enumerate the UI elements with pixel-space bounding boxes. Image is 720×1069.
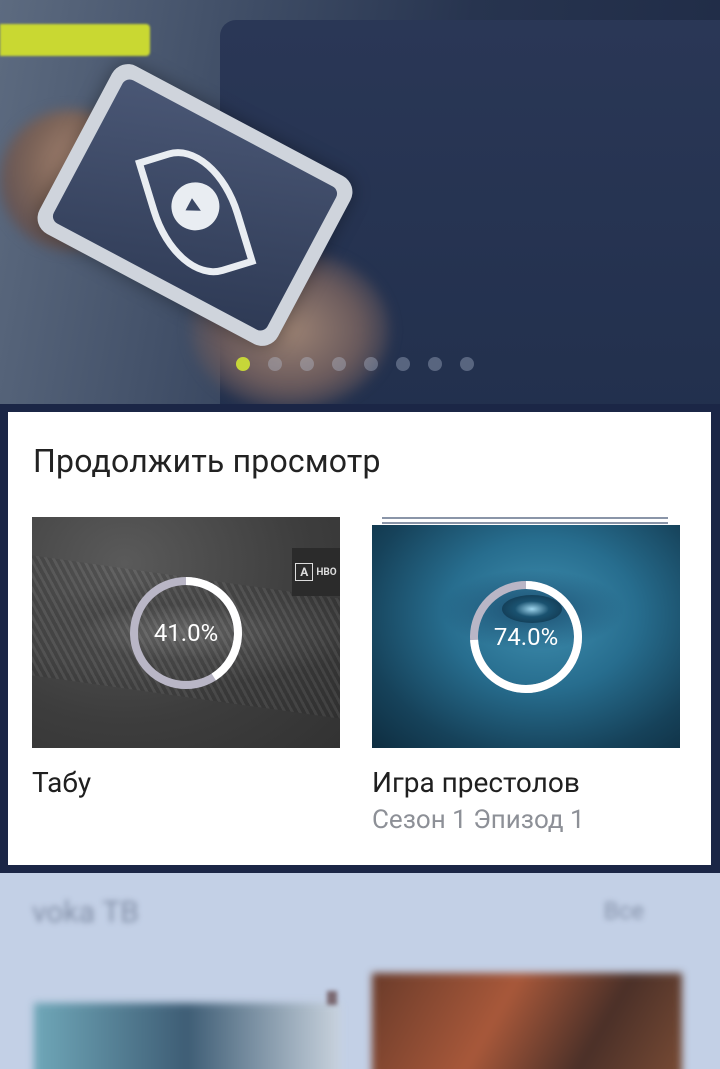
hero-banner[interactable]: ▶ (0, 0, 720, 404)
item-title[interactable]: Игра престолов (372, 766, 680, 799)
channel-logo-icon (327, 991, 337, 1005)
channel-badge: A HBO (292, 548, 340, 596)
channel-thumbnail[interactable] (34, 1003, 340, 1069)
carousel-dot[interactable] (460, 357, 474, 371)
carousel-dot[interactable] (396, 357, 410, 371)
carousel-dot[interactable] (236, 357, 250, 371)
continue-item[interactable]: 74.0% Игра престолов Сезон 1 Эпизод 1 (372, 517, 680, 835)
age-rating-icon: A (295, 563, 314, 581)
stack-indicator (382, 517, 668, 525)
carousel-dot[interactable] (428, 357, 442, 371)
carousel-dot[interactable] (332, 357, 346, 371)
progress-label: 74.0% (493, 622, 559, 651)
progress-ring: 74.0% (468, 579, 584, 695)
carousel-indicator (236, 357, 492, 371)
section-title: voka ТВ (32, 895, 139, 930)
poster-thumbnail[interactable]: 74.0% (372, 525, 680, 748)
item-episode-info: Сезон 1 Эпизод 1 (372, 805, 585, 835)
continue-watching-section: Продолжить просмотр A HBO 41.0% Табу 74.… (8, 412, 711, 865)
hero-badge (0, 24, 150, 56)
section-title: Продолжить просмотр (33, 442, 381, 480)
see-all-link[interactable]: Все (604, 897, 644, 925)
progress-ring: 41.0% (128, 575, 244, 691)
carousel-dot[interactable] (300, 357, 314, 371)
carousel-dot[interactable] (364, 357, 378, 371)
voka-tv-section: voka ТВ Все (0, 873, 720, 1069)
hbo-logo-icon: HBO (316, 566, 337, 578)
item-title[interactable]: Табу (32, 766, 340, 799)
continue-item[interactable]: A HBO 41.0% Табу (32, 517, 340, 799)
channel-thumbnail[interactable] (372, 973, 682, 1069)
carousel-dot[interactable] (268, 357, 282, 371)
progress-label: 41.0% (153, 618, 219, 647)
poster-thumbnail[interactable]: A HBO 41.0% (32, 517, 340, 748)
